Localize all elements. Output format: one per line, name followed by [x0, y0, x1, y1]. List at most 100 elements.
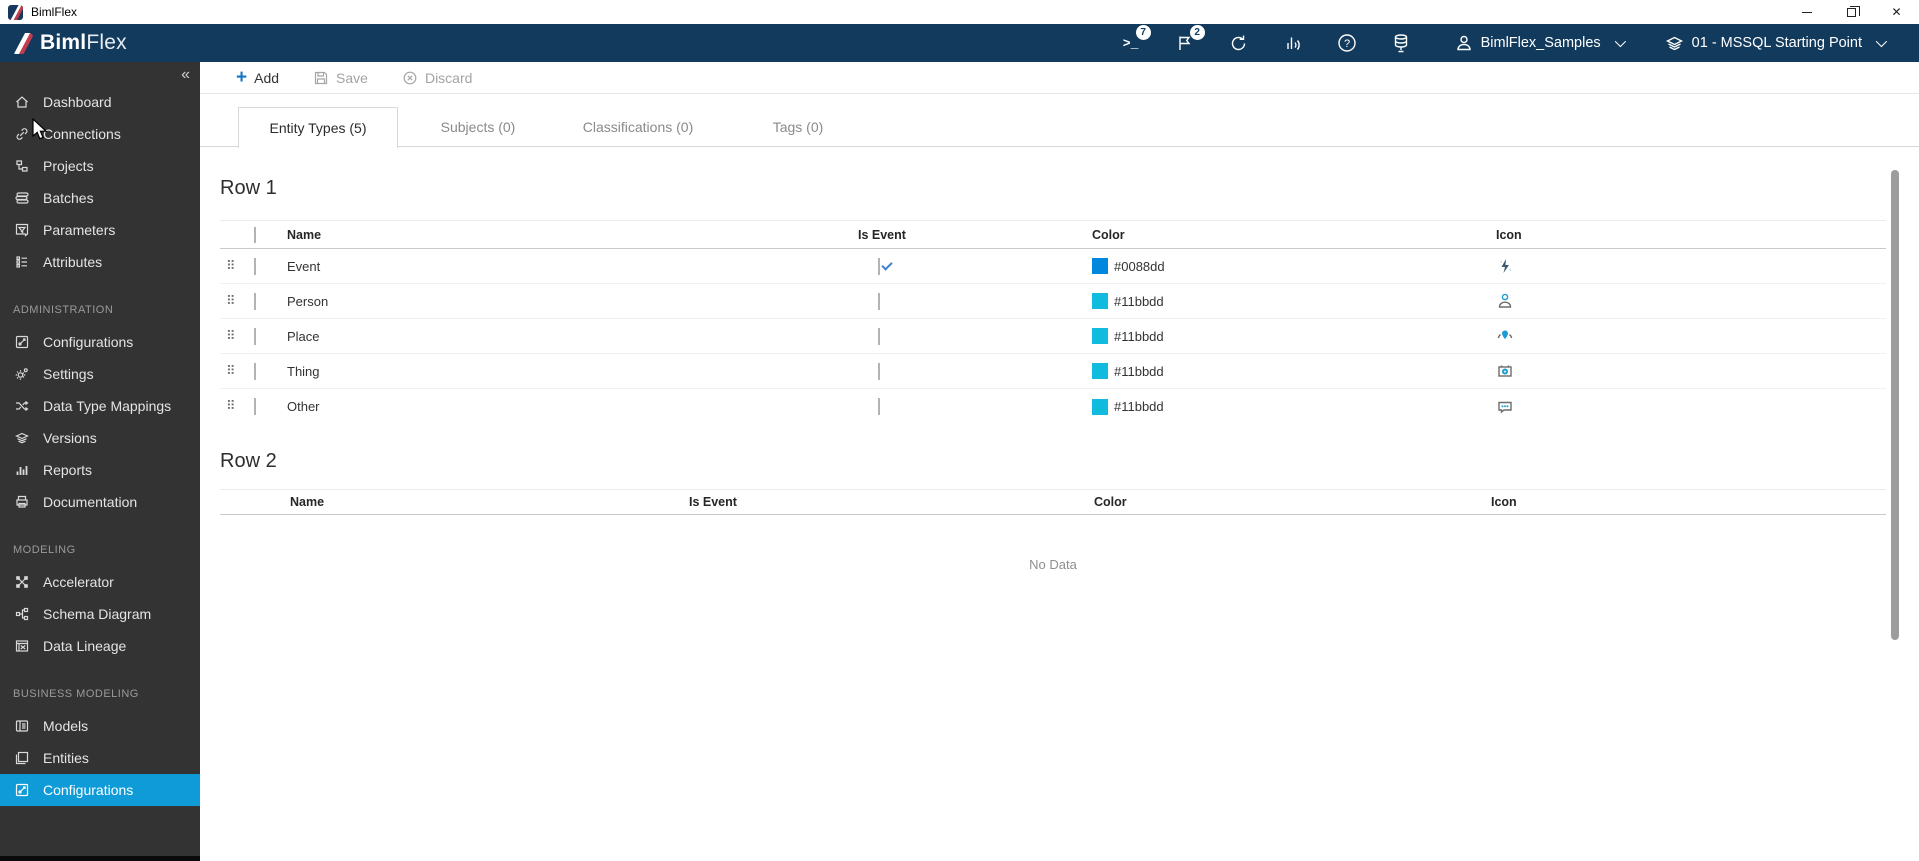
app-header: BimlFlex >_ 7 2 ? BimlFlex_Samples 01 - …	[0, 24, 1919, 62]
table-row-person: ⠿ Person #11bbdd	[220, 284, 1886, 319]
column-header-color: Color	[1092, 227, 1125, 242]
sidebar-item-label: Reports	[43, 462, 93, 478]
help-icon[interactable]: ?	[1335, 31, 1359, 55]
sidebar-item-label: Parameters	[43, 222, 116, 238]
layers-icon	[13, 429, 31, 447]
person-icon	[1456, 35, 1471, 51]
minimize-button[interactable]	[1784, 0, 1829, 24]
tab-classifications[interactable]: Classifications (0)	[558, 107, 718, 146]
sidebar-item-label: Settings	[43, 366, 94, 382]
sidebar-item-projects[interactable]: Projects	[0, 150, 200, 182]
app-icon	[8, 4, 23, 20]
sidebar-item-versions[interactable]: Versions	[0, 422, 200, 454]
row-checkbox[interactable]	[254, 362, 256, 380]
row-checkbox[interactable]	[254, 292, 256, 310]
row-checkbox[interactable]	[254, 398, 256, 415]
sidebar-item-schema-diagram[interactable]: Schema Diagram	[0, 598, 200, 630]
sidebar-item-configurations-admin[interactable]: Configurations	[0, 326, 200, 358]
drag-handle[interactable]: ⠿	[220, 399, 254, 414]
environment-dropdown[interactable]: 01 - MSSQL Starting Point	[1665, 34, 1888, 53]
sidebar-item-connections[interactable]: Connections	[0, 118, 200, 150]
close-button[interactable]: ✕	[1874, 0, 1919, 24]
color-swatch[interactable]	[1092, 398, 1108, 415]
brand-logo: BimlFlex	[12, 31, 127, 55]
add-button[interactable]: + Add	[236, 68, 279, 87]
column-header-is-event: Is Event	[689, 495, 737, 509]
color-hex: #11bbdd	[1114, 328, 1164, 344]
drag-handle[interactable]: ⠿	[220, 294, 254, 309]
tab-tags[interactable]: Tags (0)	[718, 107, 878, 146]
sidebar-section-modeling: MODELING	[13, 544, 76, 556]
sidebar-item-dashboard[interactable]: Dashboard	[0, 86, 200, 118]
refresh-icon[interactable]	[1227, 31, 1251, 55]
tab-subjects[interactable]: Subjects (0)	[398, 107, 558, 146]
database-icon[interactable]	[1389, 31, 1413, 55]
document-icon	[13, 493, 31, 511]
person-icon	[1496, 292, 1886, 310]
row-checkbox[interactable]	[254, 327, 256, 345]
sidebar-item-data-type-mappings[interactable]: Data Type Mappings	[0, 390, 200, 422]
sidebar-item-attributes[interactable]: Attributes	[0, 246, 200, 278]
discard-button[interactable]: Discard	[402, 70, 472, 86]
sidebar-item-label: Connections	[43, 126, 121, 142]
sidebar-item-label: Documentation	[43, 494, 138, 510]
sidebar-collapse-button[interactable]: «	[181, 66, 190, 84]
discard-label: Discard	[424, 69, 473, 86]
drag-handle[interactable]: ⠿	[220, 259, 254, 274]
color-swatch[interactable]	[1092, 363, 1108, 379]
sidebar-item-documentation[interactable]: Documentation	[0, 486, 200, 518]
is-event-checkbox[interactable]	[878, 398, 880, 415]
chevron-down-icon	[1875, 35, 1888, 48]
sidebar-item-entities[interactable]: Entities	[0, 742, 200, 774]
is-event-checkbox[interactable]	[878, 257, 880, 275]
column-header-name: Name	[290, 495, 325, 509]
sidebar-item-data-lineage[interactable]: Data Lineage	[0, 630, 200, 662]
gears-icon	[13, 365, 31, 383]
terminal-badge: 7	[1135, 25, 1151, 40]
drag-handle[interactable]: ⠿	[220, 364, 254, 379]
entity-types-table-row1: Name Is Event Color Icon ⠿ Event #0088dd	[220, 220, 1886, 424]
sidebar-item-label: Models	[43, 718, 89, 734]
column-header-icon: Icon	[1491, 495, 1517, 509]
entity-icon	[13, 749, 31, 767]
checklist-icon	[13, 253, 31, 271]
configuration-icon	[13, 333, 31, 351]
row-checkbox[interactable]	[254, 257, 256, 275]
no-data-message: No Data	[1029, 557, 1077, 572]
restore-button[interactable]	[1829, 0, 1874, 24]
toolbar: + Add Save Discard	[200, 62, 1919, 94]
sidebar-item-label: Configurations	[43, 782, 134, 798]
cell-name: Other	[287, 399, 320, 414]
tab-entity-types[interactable]: Entity Types (5)	[238, 107, 398, 148]
drag-handle[interactable]: ⠿	[220, 329, 254, 344]
sidebar-item-settings[interactable]: Settings	[0, 358, 200, 390]
color-swatch[interactable]	[1092, 258, 1108, 274]
sidebar: « Dashboard Connections Projects Batches…	[0, 62, 237, 861]
discard-icon	[403, 71, 417, 84]
flag-icon[interactable]: 2	[1173, 25, 1205, 55]
sidebar-item-parameters[interactable]: Parameters	[0, 214, 200, 246]
sidebar-item-label: Batches	[43, 190, 94, 206]
terminal-icon[interactable]: >_ 7	[1119, 25, 1151, 55]
table-row-event: ⠿ Event #0088dd	[220, 249, 1886, 284]
insights-icon[interactable]	[1281, 31, 1305, 55]
account-label: BimlFlex_Samples	[1480, 35, 1601, 51]
sidebar-item-batches[interactable]: Batches	[0, 182, 200, 214]
plus-icon: +	[236, 67, 248, 88]
account-dropdown[interactable]: BimlFlex_Samples	[1455, 34, 1626, 52]
vertical-scrollbar[interactable]	[1891, 170, 1899, 640]
save-button[interactable]: Save	[313, 70, 368, 86]
color-swatch[interactable]	[1092, 328, 1108, 344]
select-all-checkbox[interactable]	[254, 226, 256, 243]
sidebar-item-accelerator[interactable]: Accelerator	[0, 566, 200, 598]
sidebar-item-label: Schema Diagram	[43, 606, 152, 622]
tab-strip: Entity Types (5) Subjects (0) Classifica…	[200, 107, 1919, 148]
sidebar-item-label: Attributes	[43, 254, 103, 270]
is-event-checkbox[interactable]	[878, 362, 880, 380]
sidebar-item-models[interactable]: Models	[0, 710, 200, 742]
is-event-checkbox[interactable]	[878, 292, 880, 310]
sidebar-item-reports[interactable]: Reports	[0, 454, 200, 486]
is-event-checkbox[interactable]	[878, 327, 880, 345]
sidebar-item-configurations-business[interactable]: Configurations	[0, 774, 200, 806]
color-swatch[interactable]	[1092, 293, 1108, 309]
